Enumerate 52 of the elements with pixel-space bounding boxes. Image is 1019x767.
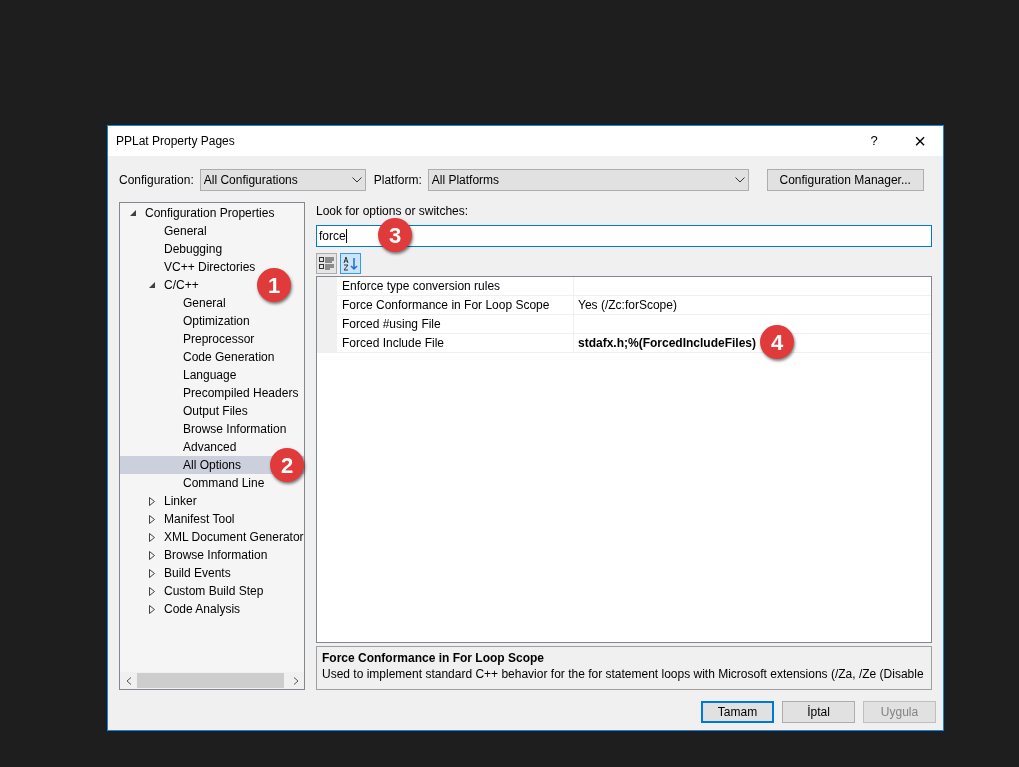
configuration-dropdown[interactable]: All Configurations [199, 169, 366, 191]
sort-alphabetical-button[interactable] [340, 253, 361, 274]
tree-item[interactable]: Code Analysis [164, 600, 241, 618]
property-name[interactable]: Forced Include File [337, 334, 574, 352]
close-button[interactable]: × [897, 126, 943, 156]
tree-item[interactable]: Advanced [183, 438, 237, 456]
tree-item[interactable]: Language [183, 366, 237, 384]
property-name[interactable]: Enforce type conversion rules [337, 277, 574, 295]
step-number-badge: 3 [378, 218, 412, 252]
description-title: Force Conformance in For Loop Scope [322, 650, 546, 667]
tree-item[interactable]: VC++ Directories [164, 258, 256, 276]
tree-item[interactable]: General [164, 222, 207, 240]
platform-label: Platform: [373, 172, 422, 189]
tree-item[interactable]: Code Generation [183, 348, 275, 366]
step-number-badge: 4 [760, 325, 794, 359]
configuration-label: Configuration: [119, 172, 194, 189]
configuration-manager-button[interactable]: Configuration Manager... [766, 169, 924, 191]
tree-item[interactable]: Output Files [183, 402, 248, 420]
tree-item[interactable]: Preprocessor [183, 330, 255, 348]
dialog-button[interactable]: İptal [782, 701, 855, 723]
tree-item[interactable]: XML Document Generator [164, 528, 304, 546]
tree-item[interactable]: Precompiled Headers [183, 384, 299, 402]
tree-item[interactable]: General [183, 294, 226, 312]
chevron-down-icon [351, 177, 362, 183]
tree-item[interactable]: Configuration Properties [145, 204, 275, 222]
tree-item[interactable]: Browse Information [164, 546, 268, 564]
property-name[interactable]: Forced #using File [337, 315, 574, 333]
dialog-button[interactable]: Tamam [701, 701, 774, 723]
window-title: PPLat Property Pages [116, 133, 236, 150]
scrollbar-thumb[interactable] [137, 673, 284, 688]
property-value[interactable]: stdafx.h;%(ForcedIncludeFiles) [574, 336, 761, 350]
description-text: Used to implement standard C++ behavior for the for statement loops with Microsoft extensions (/Za, /Ze (Disable [322, 666, 925, 684]
tree-item[interactable]: Custom Build Step [164, 582, 264, 600]
tree-item[interactable]: Linker [164, 492, 197, 510]
categorized-view-button[interactable] [316, 253, 337, 274]
tree-item[interactable]: Browse Information [183, 420, 287, 438]
search-label: Look for options or switches: [316, 203, 470, 220]
chevron-down-icon [734, 177, 745, 183]
horizontal-scrollbar[interactable] [120, 672, 304, 689]
property-name[interactable]: Force Conformance in For Loop Scope [337, 296, 574, 314]
tree-item[interactable]: Debugging [164, 240, 223, 258]
step-number-badge: 1 [257, 268, 291, 302]
tree-item[interactable]: C/C++ [164, 276, 199, 294]
tree-item[interactable]: Manifest Tool [164, 510, 235, 528]
tree-item[interactable]: Optimization [183, 312, 250, 330]
step-number-badge: 2 [270, 448, 304, 482]
tree-item[interactable]: All Options [183, 456, 242, 474]
help-button[interactable]: ? [851, 126, 897, 156]
platform-dropdown[interactable]: All Platforms [427, 169, 749, 191]
tree-item[interactable]: Command Line [183, 474, 265, 492]
tree-item[interactable]: Build Events [164, 564, 231, 582]
property-value[interactable]: Yes (/Zc:forScope) [574, 298, 681, 312]
